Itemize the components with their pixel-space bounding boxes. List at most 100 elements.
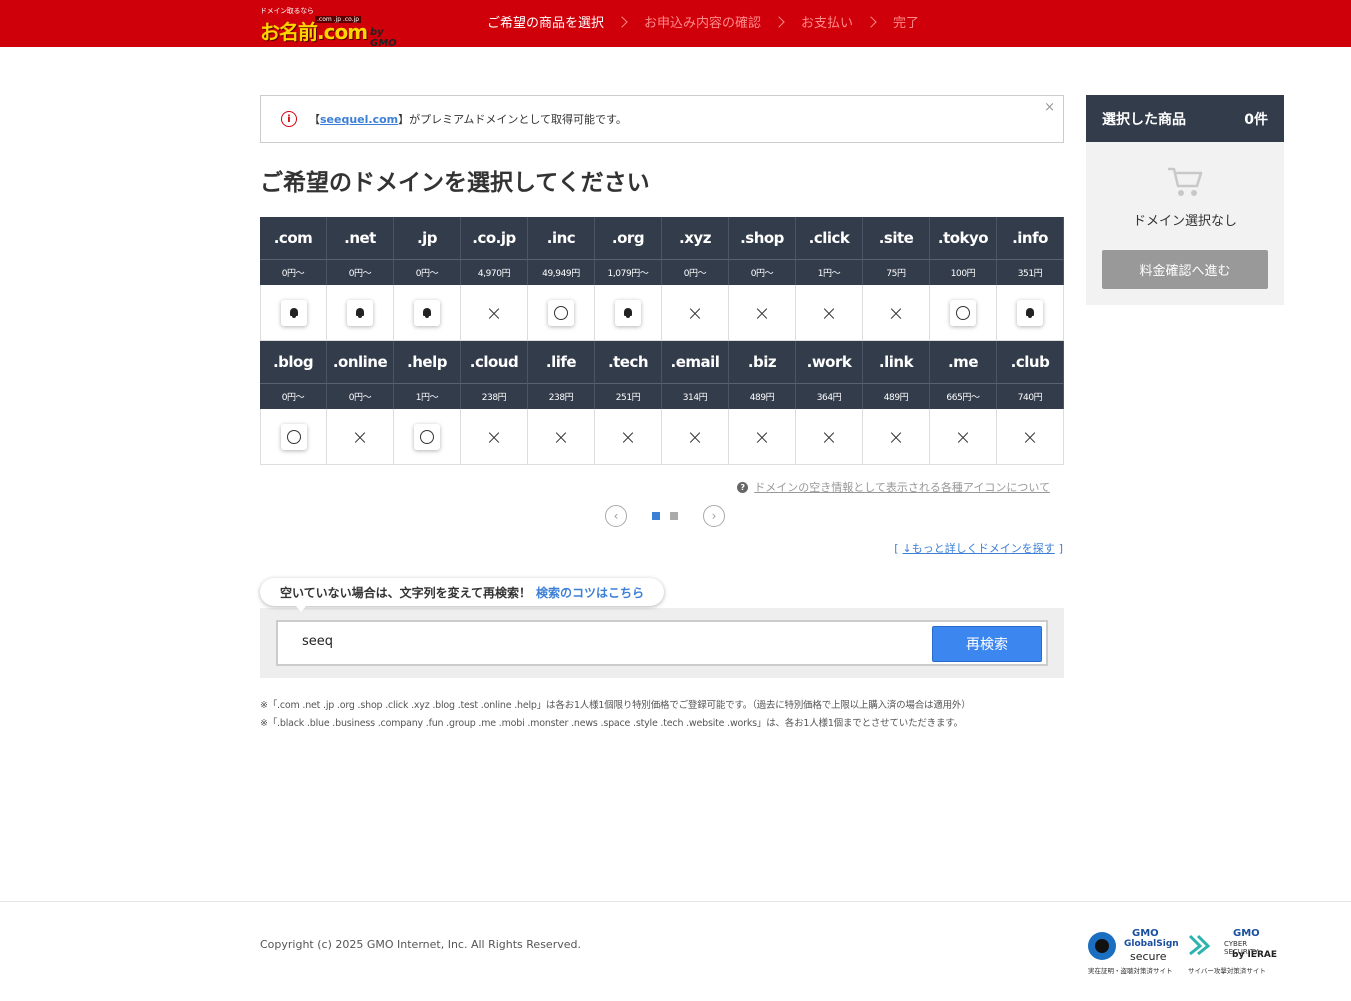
select-button[interactable] — [280, 423, 307, 450]
tld-status-cell[interactable] — [997, 285, 1064, 341]
tld-status-cell: × — [729, 409, 796, 465]
tld-header: .inc — [528, 217, 595, 259]
tld-status-cell: × — [662, 409, 729, 465]
more-bracket-close: ] — [1058, 542, 1063, 555]
badge-secure: secure — [1130, 950, 1167, 963]
notice-text: がプレミアムドメインとして取得可能です。 — [409, 113, 627, 126]
tld-header: .link — [863, 341, 930, 383]
tld-header: .club — [997, 341, 1064, 383]
watch-button[interactable] — [347, 299, 373, 326]
tld-status-cell[interactable] — [327, 285, 394, 341]
tld-status-cell[interactable] — [394, 409, 461, 465]
tld-price: 238円 — [528, 383, 595, 409]
bell-icon — [623, 307, 633, 318]
cybersecurity-badge[interactable]: GMO CYBER SECURITY by IERAE サイバー攻撃対策済サイト — [1188, 928, 1283, 976]
icon-help: ? ドメインの空き情報として表示される各種アイコンについて — [737, 479, 1050, 495]
tld-price: 0円〜 — [662, 259, 729, 285]
watch-button[interactable] — [414, 299, 440, 326]
bell-icon — [1025, 307, 1035, 318]
tld-header: .com — [260, 217, 327, 259]
select-button[interactable] — [414, 423, 440, 450]
more-search-link[interactable]: ↓もっと詳しくドメインを探す — [902, 542, 1054, 555]
unavailable-cross-icon: × — [954, 424, 972, 449]
tld-header: .jp — [394, 217, 461, 259]
tld-price: 251円 — [595, 383, 662, 409]
search-tip-text: 空いていない場合は、文字列を変えて再検索！ — [280, 585, 532, 600]
bell-icon — [355, 307, 365, 318]
tld-price: 351円 — [997, 259, 1064, 285]
tld-header: .click — [796, 217, 863, 259]
badge-globalsign: GlobalSign — [1124, 939, 1179, 949]
tld-header: .work — [796, 341, 863, 383]
tld-status-cell: × — [796, 409, 863, 465]
next-page-button[interactable]: › — [703, 505, 725, 527]
tld-price: 49,949円 — [528, 259, 595, 285]
tld-status-cell[interactable] — [528, 285, 595, 341]
search-tips-link[interactable]: 検索のコツはこちら — [536, 584, 644, 601]
tld-status-cell[interactable] — [930, 285, 997, 341]
unavailable-cross-icon: × — [820, 300, 838, 325]
footer-divider — [0, 901, 1351, 902]
tld-status-cell: × — [461, 285, 528, 341]
prev-page-button[interactable]: ‹ — [605, 505, 627, 527]
logo[interactable]: ドメイン取るなら お名前.com .com .jp .co.jp by GMO — [260, 6, 410, 49]
badge2-by: by IERAE — [1232, 950, 1277, 960]
note-line: ※「.com .net .jp .org .shop .click .xyz .… — [260, 700, 971, 711]
badge2-gmo: GMO — [1233, 928, 1260, 939]
tld-status-cell: × — [997, 409, 1064, 465]
tld-price: 75円 — [863, 259, 930, 285]
question-icon: ? — [737, 481, 749, 493]
globalsign-eye-icon — [1088, 932, 1116, 960]
ierae-logo-icon — [1188, 934, 1211, 956]
tld-price: 364円 — [796, 383, 863, 409]
close-icon[interactable]: × — [1044, 100, 1055, 115]
cart-count: 0件 — [1244, 111, 1268, 128]
tld-status-cell[interactable] — [595, 285, 662, 341]
tld-price: 238円 — [461, 383, 528, 409]
available-circle-icon — [554, 305, 568, 320]
watch-button[interactable] — [1017, 299, 1043, 326]
copyright: Copyright (c) 2025 GMO Internet, Inc. Al… — [260, 938, 581, 951]
tld-header: .org — [595, 217, 662, 259]
tld-header: .online — [327, 341, 394, 383]
notice-bracket-open: 【 — [309, 113, 320, 126]
icon-help-link[interactable]: ドメインの空き情報として表示される各種アイコンについて — [754, 479, 1050, 495]
pager: ‹ › — [605, 505, 725, 527]
research-button[interactable]: 再検索 — [932, 626, 1042, 662]
page-dot-2[interactable] — [670, 512, 678, 520]
globalsign-badge[interactable]: GMO GlobalSign secure 実在証明・盗聴対策済サイト — [1088, 928, 1183, 976]
tld-status-cell: × — [930, 409, 997, 465]
select-button[interactable] — [548, 299, 574, 326]
check-price-button[interactable]: 料金確認へ進む — [1102, 250, 1268, 289]
search-input[interactable] — [302, 634, 902, 649]
tld-status-cell[interactable] — [394, 285, 461, 341]
bell-icon — [289, 307, 299, 318]
tld-header: .help — [394, 341, 461, 383]
premium-domain-link[interactable]: seequel.com — [320, 113, 398, 126]
page-dot-1[interactable] — [652, 512, 660, 520]
tld-status-cell: × — [528, 409, 595, 465]
tld-price: 0円〜 — [327, 259, 394, 285]
tld-price: 0円〜 — [394, 259, 461, 285]
cart-icon — [1168, 167, 1203, 196]
tld-header: .email — [662, 341, 729, 383]
cart-title: 選択した商品 — [1102, 111, 1186, 128]
tld-header: .me — [930, 341, 997, 383]
domain-grid-row2: .blog .online .help .cloud .life .tech .email.… — [260, 341, 1064, 465]
select-button[interactable] — [950, 299, 976, 326]
cart-panel: ドメイン選択なし 料金確認へ進む — [1086, 142, 1284, 305]
tld-status-cell: × — [662, 285, 729, 341]
chevron-right-icon — [865, 15, 877, 28]
logo-gmo: by GMO — [370, 27, 397, 49]
watch-button[interactable] — [615, 299, 641, 326]
tld-price: 0円〜 — [729, 259, 796, 285]
tld-status-cell: × — [863, 285, 930, 341]
tld-status-cell[interactable] — [260, 285, 327, 341]
tld-price: 1円〜 — [796, 259, 863, 285]
tld-price: 0円〜 — [327, 383, 394, 409]
unavailable-cross-icon: × — [887, 424, 905, 449]
unavailable-cross-icon: × — [686, 300, 704, 325]
tld-status-cell[interactable] — [260, 409, 327, 465]
watch-button[interactable] — [280, 299, 307, 326]
unavailable-cross-icon: × — [552, 424, 570, 449]
